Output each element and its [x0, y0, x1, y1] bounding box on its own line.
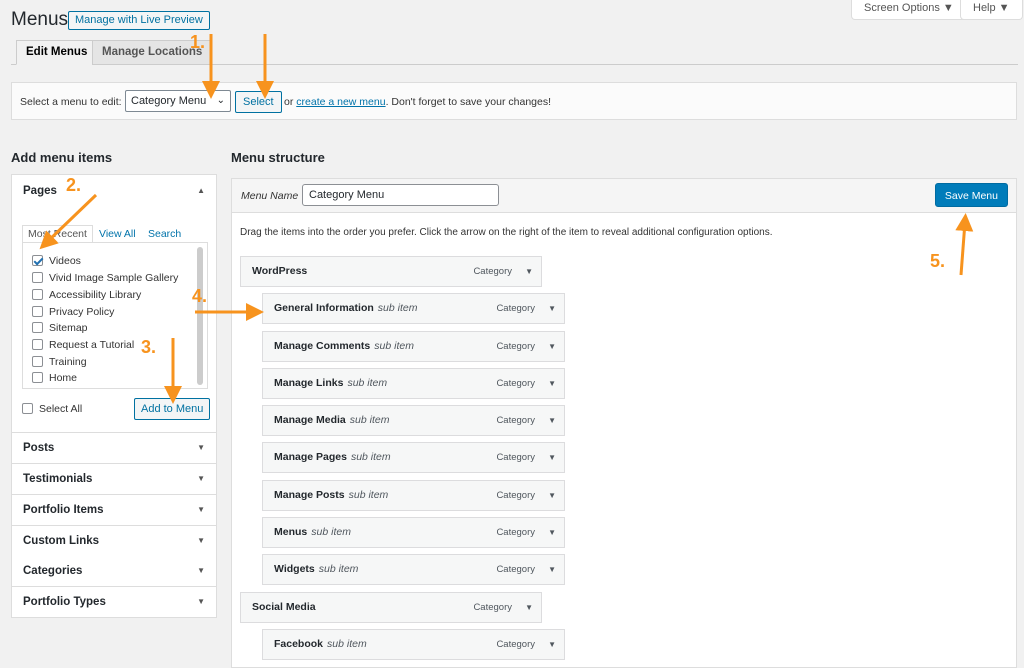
annotation-arrows	[39, 34, 974, 404]
arrow-step-5	[955, 213, 974, 276]
arrow-step-2	[39, 193, 98, 250]
